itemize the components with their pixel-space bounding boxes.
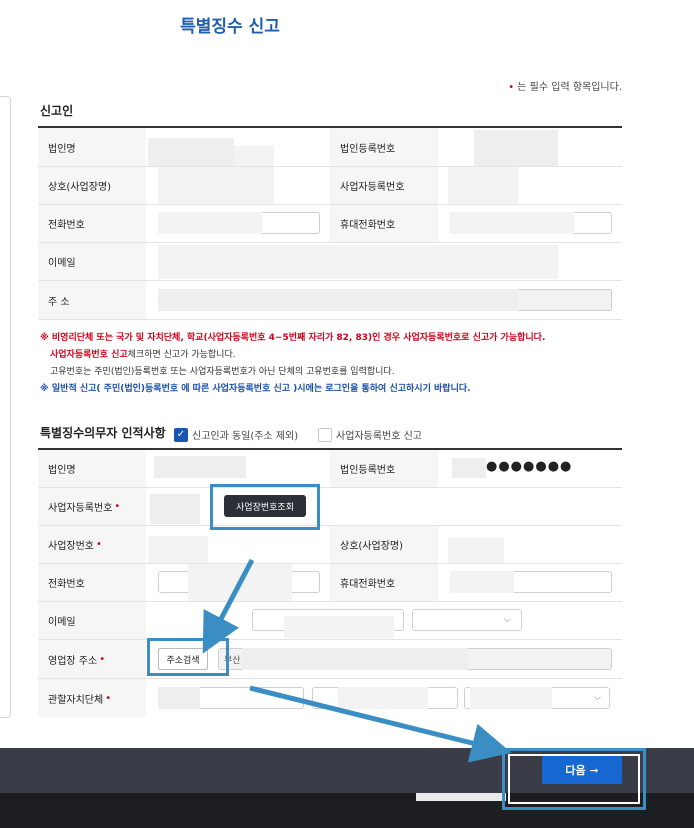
guide-arrows: [202, 558, 512, 763]
arrow-to-address-search: [202, 558, 255, 654]
arrow-to-next-button: [249, 685, 512, 763]
